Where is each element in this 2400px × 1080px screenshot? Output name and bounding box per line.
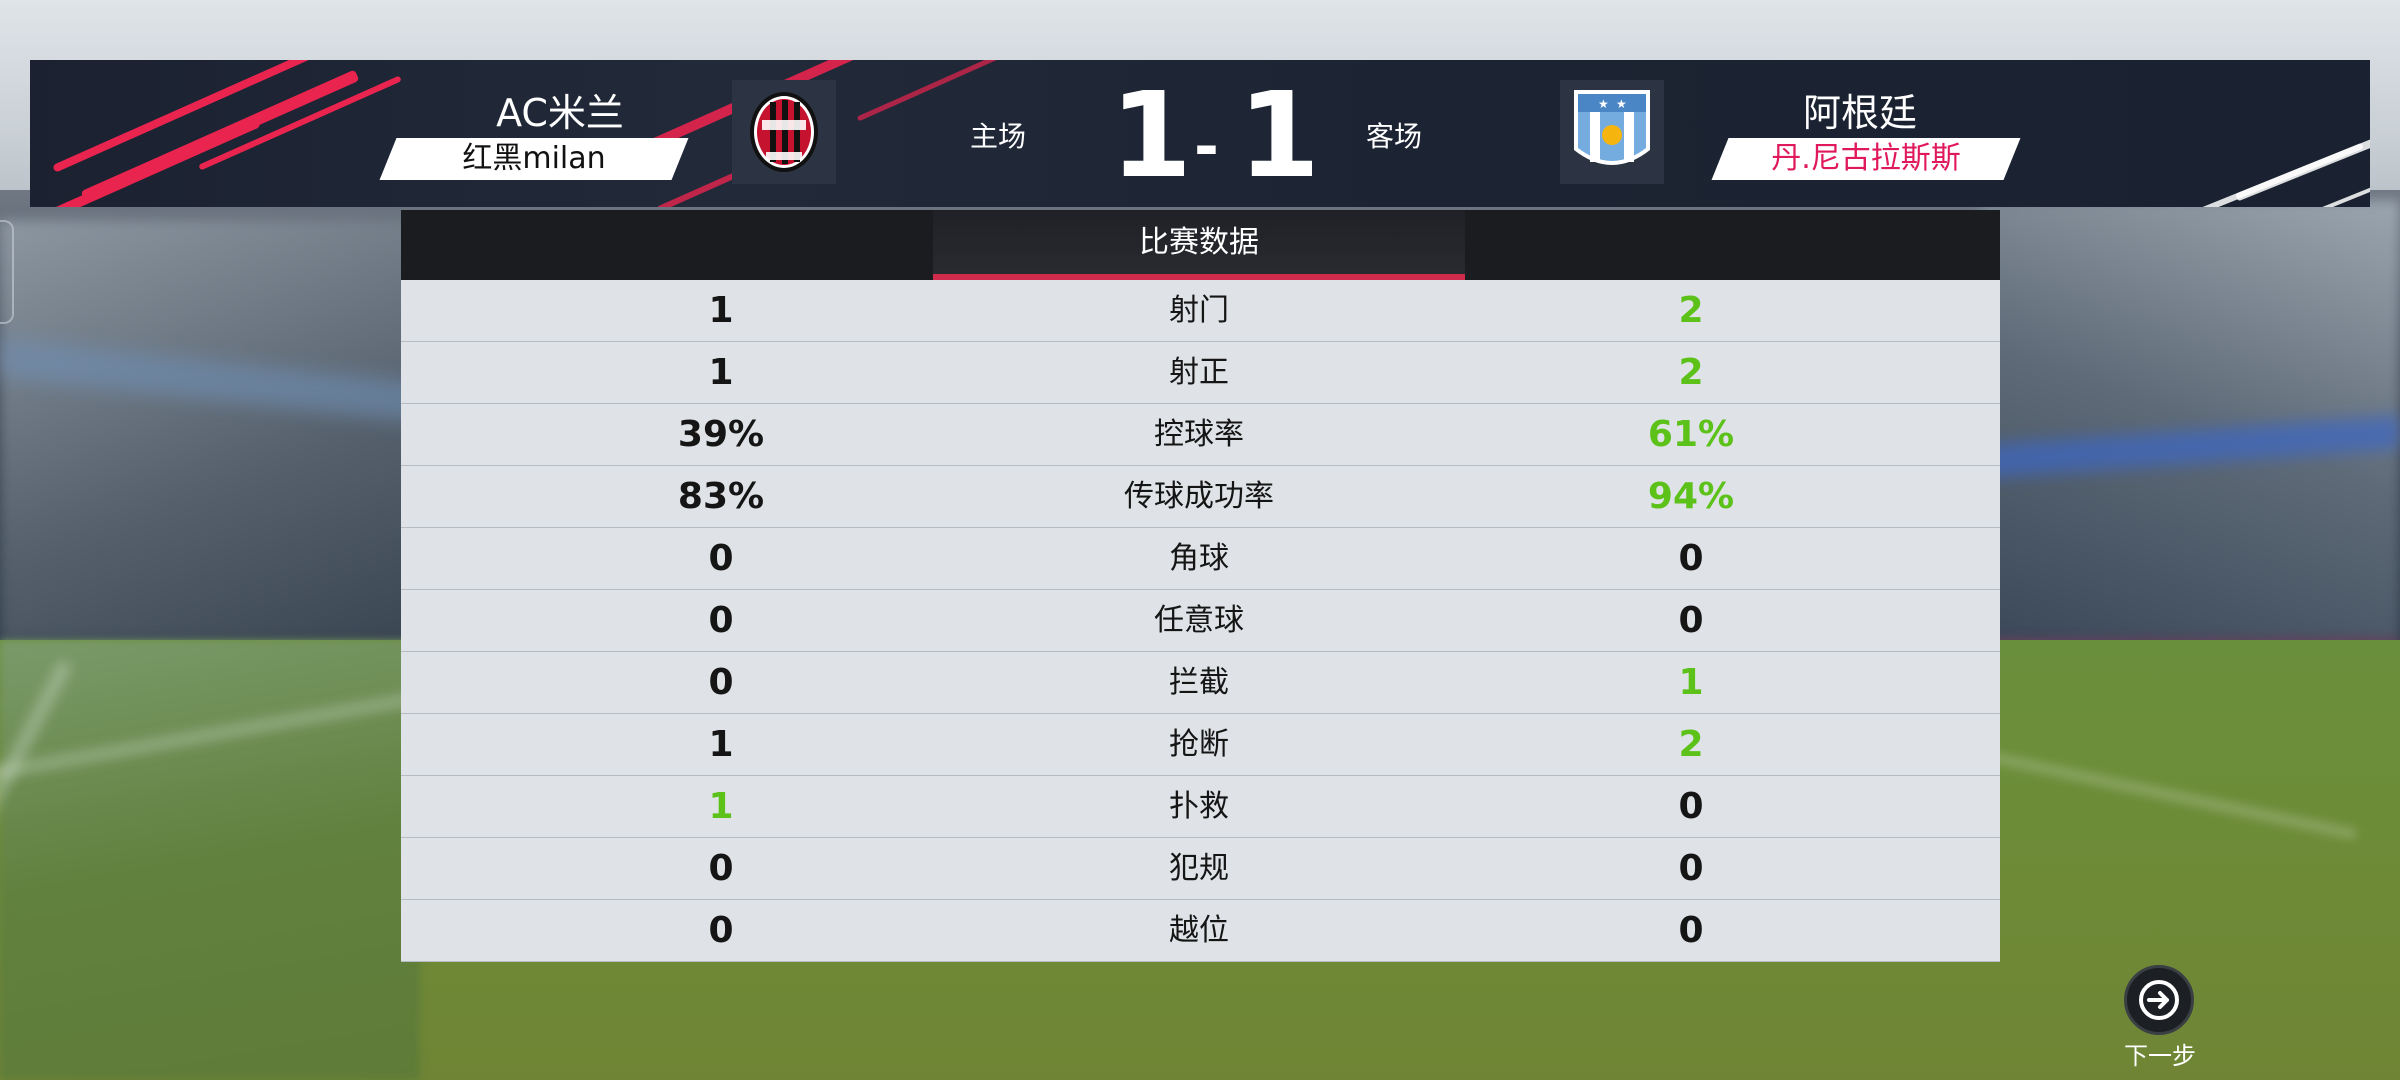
away-stat-value: 2 (1678, 724, 1704, 765)
stat-row: 0 拦截 1 (401, 652, 2000, 714)
home-team-name: AC米兰 (496, 91, 624, 135)
stat-row: 0 任意球 0 (401, 590, 2000, 652)
home-stat-value: 1 (708, 724, 734, 765)
home-stat-value: 83% (677, 476, 765, 517)
panel-header: 比赛数据 (401, 210, 2000, 280)
stat-label: 任意球 (1154, 603, 1244, 638)
home-score: 1 (1110, 66, 1193, 204)
stat-row: 1 抢断 2 (401, 714, 2000, 776)
away-stat-value: 0 (1678, 538, 1704, 579)
away-label: 客场 (1366, 120, 1423, 153)
home-stat-value: 0 (708, 848, 734, 889)
stat-label: 拦截 (1169, 665, 1229, 700)
home-stat-value: 0 (708, 538, 734, 579)
away-stat-value: 0 (1678, 848, 1704, 889)
stat-row: 1 射正 2 (401, 342, 2000, 404)
home-stat-value: 1 (708, 352, 734, 393)
away-score: 1 (1238, 66, 1321, 204)
score-separator: - (1194, 112, 1219, 182)
stat-row: 0 角球 0 (401, 528, 2000, 590)
away-stat-value: 0 (1678, 786, 1704, 827)
home-team-tag: 红黑milan (379, 138, 689, 180)
side-handle (0, 220, 14, 324)
match-stats-panel: 比赛数据 1 射门 2 1 射正 2 39% 控球率 61% 83% 传球成功率 94% 0 角球 0 0 任意… (401, 210, 2000, 962)
home-stat-value: 39% (677, 414, 765, 455)
next-label: 下一步 (2124, 1042, 2196, 1070)
stat-label: 射门 (1169, 293, 1229, 328)
stats-table: 1 射门 2 1 射正 2 39% 控球率 61% 83% 传球成功率 94% 0 角球 0 0 任意球 0 0 拦截… (401, 280, 2000, 962)
stat-row: 0 犯规 0 (401, 838, 2000, 900)
away-stat-value: 2 (1678, 352, 1704, 393)
stat-row: 39% 控球率 61% (401, 404, 2000, 466)
away-stat-value: 1 (1678, 662, 1704, 703)
scoreboard-banner: AC米兰 红黑milan 主场 1 - 1 客场 ★ ★ 阿根廷 丹.尼古拉斯斯 (30, 60, 2370, 207)
stat-row: 1 扑救 0 (401, 776, 2000, 838)
away-stat-value: 61% (1647, 414, 1735, 455)
stat-label: 抢断 (1169, 727, 1229, 762)
home-stat-value: 0 (708, 910, 734, 951)
tab-label: 比赛数据 (1139, 225, 1259, 260)
away-stat-value: 0 (1678, 910, 1704, 951)
stat-label: 射正 (1169, 355, 1229, 390)
next-button[interactable] (2124, 965, 2194, 1035)
stat-row: 0 越位 0 (401, 900, 2000, 962)
stat-label: 角球 (1169, 541, 1229, 576)
home-label: 主场 (970, 120, 1027, 153)
home-stat-value: 0 (708, 662, 734, 703)
away-team-name: 阿根廷 (1802, 91, 1917, 135)
away-team-tag: 丹.尼古拉斯斯 (1711, 138, 2021, 180)
stat-row: 83% 传球成功率 94% (401, 466, 2000, 528)
argentina-crest-icon: ★ ★ (1560, 80, 1664, 184)
stat-label: 越位 (1169, 913, 1229, 948)
svg-text:★: ★ (1616, 97, 1627, 111)
away-stat-value: 94% (1647, 476, 1735, 517)
svg-text:★: ★ (1598, 97, 1609, 111)
stat-label: 犯规 (1169, 851, 1229, 886)
stat-row: 1 射门 2 (401, 280, 2000, 342)
away-stat-value: 0 (1678, 600, 1704, 641)
stat-label: 控球率 (1154, 417, 1244, 452)
arrow-right-icon (2139, 980, 2179, 1020)
home-stat-value: 1 (708, 290, 734, 331)
tab-match-stats[interactable]: 比赛数据 (933, 210, 1465, 280)
stat-label: 传球成功率 (1124, 479, 1274, 514)
away-stat-value: 2 (1678, 290, 1704, 331)
ac-milan-crest-icon (732, 80, 836, 184)
home-stat-value: 1 (708, 786, 734, 827)
stat-label: 扑救 (1169, 789, 1229, 824)
home-stat-value: 0 (708, 600, 734, 641)
